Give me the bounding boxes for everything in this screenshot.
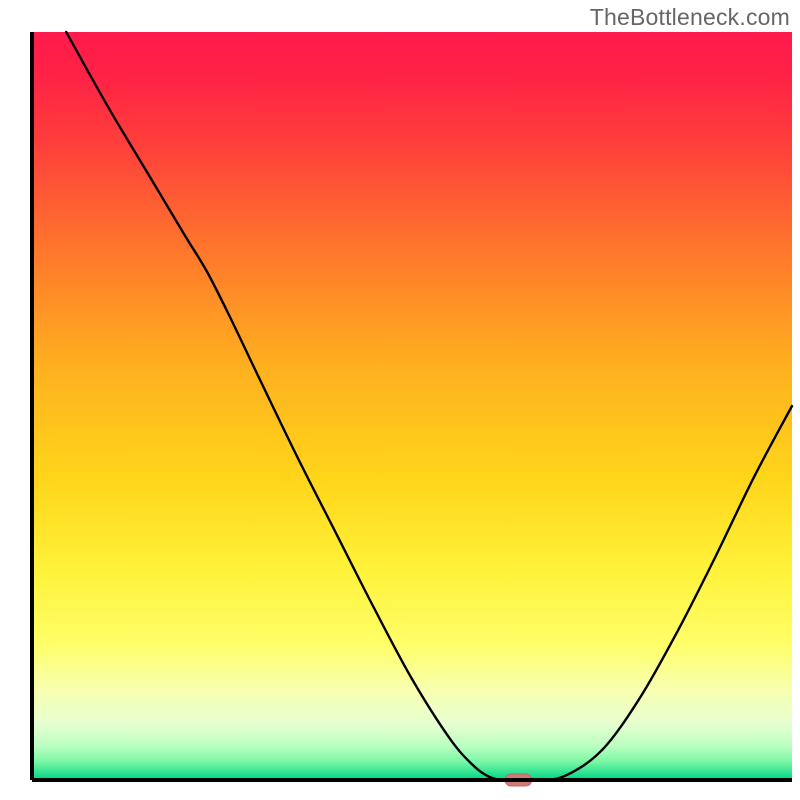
- chart-canvas: [0, 0, 800, 800]
- plot-background: [32, 32, 792, 780]
- watermark-text: TheBottleneck.com: [590, 4, 790, 31]
- bottleneck-chart: TheBottleneck.com: [0, 0, 800, 800]
